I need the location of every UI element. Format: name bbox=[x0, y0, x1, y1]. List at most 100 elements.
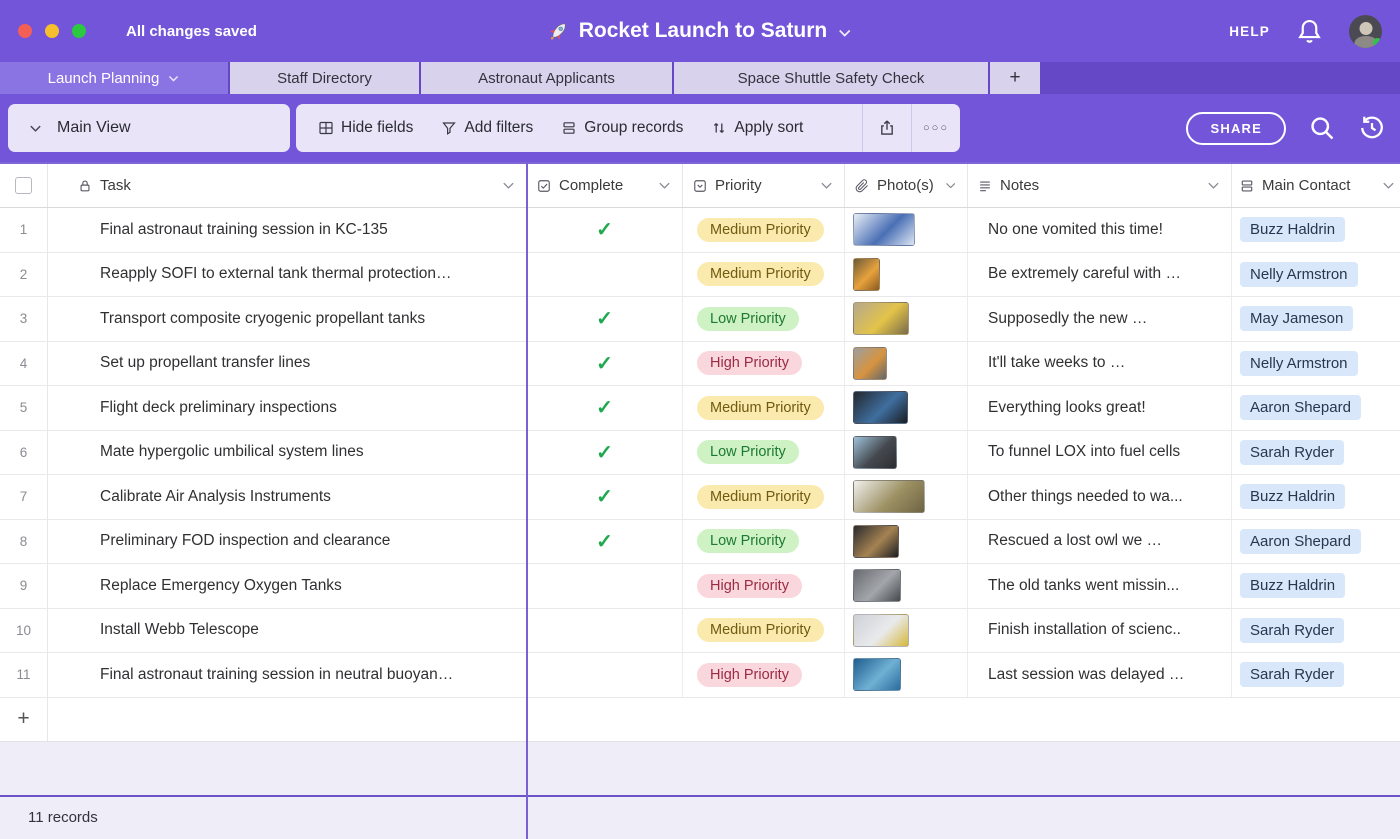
photo-thumbnail[interactable] bbox=[853, 524, 899, 558]
column-header-task[interactable]: Task bbox=[48, 164, 527, 207]
table-row[interactable]: 7 Calibrate Air Analysis Instruments ✓ M… bbox=[0, 475, 1400, 520]
window-close-button[interactable] bbox=[18, 24, 32, 38]
search-icon[interactable] bbox=[1308, 114, 1336, 142]
cell-contact[interactable]: Sarah Ryder bbox=[1232, 609, 1400, 653]
cell-complete[interactable] bbox=[527, 608, 683, 652]
cell-photos[interactable] bbox=[845, 608, 968, 652]
cell-priority[interactable]: Low Priority bbox=[683, 519, 845, 563]
table-row[interactable]: 1 Final astronaut training session in KC… bbox=[0, 208, 1400, 253]
cell-notes[interactable]: Finish installation of scienc.. bbox=[968, 608, 1232, 652]
cell-notes[interactable]: Last session was delayed … bbox=[968, 653, 1232, 697]
column-header-priority[interactable]: Priority bbox=[683, 164, 845, 207]
cell-priority[interactable]: High Priority bbox=[683, 341, 845, 385]
cell-task[interactable]: Preliminary FOD inspection and clearance bbox=[48, 519, 527, 563]
cell-priority[interactable]: Medium Priority bbox=[683, 208, 845, 252]
cell-priority[interactable]: Low Priority bbox=[683, 430, 845, 474]
cell-contact[interactable]: Nelly Armstron bbox=[1232, 342, 1400, 386]
table-row[interactable]: 5 Flight deck preliminary inspections ✓ … bbox=[0, 386, 1400, 431]
photo-thumbnail[interactable] bbox=[853, 213, 915, 247]
cell-contact[interactable]: Sarah Ryder bbox=[1232, 653, 1400, 697]
cell-photos[interactable] bbox=[845, 519, 968, 563]
cell-photos[interactable] bbox=[845, 252, 968, 296]
share-view-button[interactable] bbox=[863, 104, 911, 152]
tab-space-shuttle-safety-check[interactable]: Space Shuttle Safety Check bbox=[674, 62, 988, 94]
table-row[interactable]: 3 Transport composite cryogenic propella… bbox=[0, 297, 1400, 342]
cell-contact[interactable]: Nelly Armstron bbox=[1232, 253, 1400, 297]
cell-notes[interactable]: The old tanks went missin... bbox=[968, 564, 1232, 608]
cell-contact[interactable]: Aaron Shepard bbox=[1232, 520, 1400, 564]
table-row[interactable]: 6 Mate hypergolic umbilical system lines… bbox=[0, 430, 1400, 475]
cell-task[interactable]: Final astronaut training session in KC-1… bbox=[48, 208, 527, 252]
cell-complete[interactable] bbox=[527, 252, 683, 296]
cell-task[interactable]: Final astronaut training session in neut… bbox=[48, 653, 527, 697]
base-title-menu[interactable]: Rocket Launch to Saturn bbox=[548, 0, 853, 62]
add-record-row[interactable]: + bbox=[0, 697, 1400, 742]
cell-task[interactable]: Replace Emergency Oxygen Tanks bbox=[48, 564, 527, 608]
cell-photos[interactable] bbox=[845, 430, 968, 474]
cell-notes[interactable]: It'll take weeks to … bbox=[968, 341, 1232, 385]
cell-contact[interactable]: Aaron Shepard bbox=[1232, 386, 1400, 430]
add-filters-button[interactable]: Add filters bbox=[427, 104, 547, 152]
cell-notes[interactable]: Be extremely careful with … bbox=[968, 252, 1232, 296]
cell-contact[interactable]: Buzz Haldrin bbox=[1232, 475, 1400, 519]
cell-complete[interactable]: ✓ bbox=[527, 475, 683, 519]
cell-complete[interactable]: ✓ bbox=[527, 208, 683, 252]
cell-priority[interactable]: Medium Priority bbox=[683, 475, 845, 519]
cell-photos[interactable] bbox=[845, 653, 968, 697]
tab-astronaut-applicants[interactable]: Astronaut Applicants bbox=[421, 62, 672, 94]
cell-notes[interactable]: Rescued a lost owl we … bbox=[968, 519, 1232, 563]
cell-task[interactable]: Flight deck preliminary inspections bbox=[48, 386, 527, 430]
cell-task[interactable]: Reapply SOFI to external tank thermal pr… bbox=[48, 252, 527, 296]
window-zoom-button[interactable] bbox=[72, 24, 86, 38]
cell-contact[interactable]: Sarah Ryder bbox=[1232, 431, 1400, 475]
cell-notes[interactable]: To funnel LOX into fuel cells bbox=[968, 430, 1232, 474]
more-options-button[interactable]: ○○○ bbox=[912, 104, 960, 152]
select-all-checkbox[interactable] bbox=[15, 177, 32, 194]
cell-task[interactable]: Mate hypergolic umbilical system lines bbox=[48, 430, 527, 474]
photo-thumbnail[interactable] bbox=[853, 346, 887, 380]
column-header-notes[interactable]: Notes bbox=[968, 164, 1232, 207]
column-header-main-contact[interactable]: Main Contact bbox=[1232, 164, 1400, 207]
cell-complete[interactable]: ✓ bbox=[527, 297, 683, 341]
cell-priority[interactable]: Low Priority bbox=[683, 297, 845, 341]
notifications-bell-icon[interactable] bbox=[1296, 18, 1323, 45]
tab-staff-directory[interactable]: Staff Directory bbox=[230, 62, 419, 94]
cell-priority[interactable]: High Priority bbox=[683, 653, 845, 697]
cell-complete[interactable] bbox=[527, 564, 683, 608]
cell-complete[interactable] bbox=[527, 653, 683, 697]
cell-complete[interactable]: ✓ bbox=[527, 386, 683, 430]
photo-thumbnail[interactable] bbox=[853, 257, 880, 291]
cell-complete[interactable]: ✓ bbox=[527, 341, 683, 385]
column-header-complete[interactable]: Complete bbox=[527, 164, 683, 207]
photo-thumbnail[interactable] bbox=[853, 658, 901, 692]
view-switcher[interactable]: Main View bbox=[8, 104, 290, 152]
avatar[interactable] bbox=[1349, 14, 1382, 48]
cell-photos[interactable] bbox=[845, 297, 968, 341]
window-minimize-button[interactable] bbox=[45, 24, 59, 38]
cell-notes[interactable]: Supposedly the new … bbox=[968, 297, 1232, 341]
hide-fields-button[interactable]: Hide fields bbox=[296, 104, 427, 152]
photo-thumbnail[interactable] bbox=[853, 435, 897, 469]
cell-photos[interactable] bbox=[845, 208, 968, 252]
cell-photos[interactable] bbox=[845, 341, 968, 385]
cell-task[interactable]: Install Webb Telescope bbox=[48, 608, 527, 652]
cell-notes[interactable]: No one vomited this time! bbox=[968, 208, 1232, 252]
apply-sort-button[interactable]: Apply sort bbox=[697, 104, 817, 152]
cell-contact[interactable]: May Jameson bbox=[1232, 297, 1400, 341]
cell-contact[interactable]: Buzz Haldrin bbox=[1232, 564, 1400, 608]
cell-task[interactable]: Calibrate Air Analysis Instruments bbox=[48, 475, 527, 519]
table-row[interactable]: 2 Reapply SOFI to external tank thermal … bbox=[0, 252, 1400, 297]
cell-priority[interactable]: Medium Priority bbox=[683, 252, 845, 296]
photo-thumbnail[interactable] bbox=[853, 480, 925, 514]
cell-photos[interactable] bbox=[845, 475, 968, 519]
cell-complete[interactable]: ✓ bbox=[527, 519, 683, 563]
table-row[interactable]: 8 Preliminary FOD inspection and clearan… bbox=[0, 519, 1400, 564]
share-button[interactable]: SHARE bbox=[1186, 111, 1286, 145]
cell-complete[interactable]: ✓ bbox=[527, 430, 683, 474]
table-row[interactable]: 10 Install Webb Telescope Medium Priorit… bbox=[0, 608, 1400, 653]
tab-launch-planning[interactable]: Launch Planning bbox=[0, 62, 228, 94]
cell-photos[interactable] bbox=[845, 564, 968, 608]
cell-priority[interactable]: High Priority bbox=[683, 564, 845, 608]
photo-thumbnail[interactable] bbox=[853, 391, 908, 425]
add-record-button[interactable]: + bbox=[0, 697, 48, 741]
